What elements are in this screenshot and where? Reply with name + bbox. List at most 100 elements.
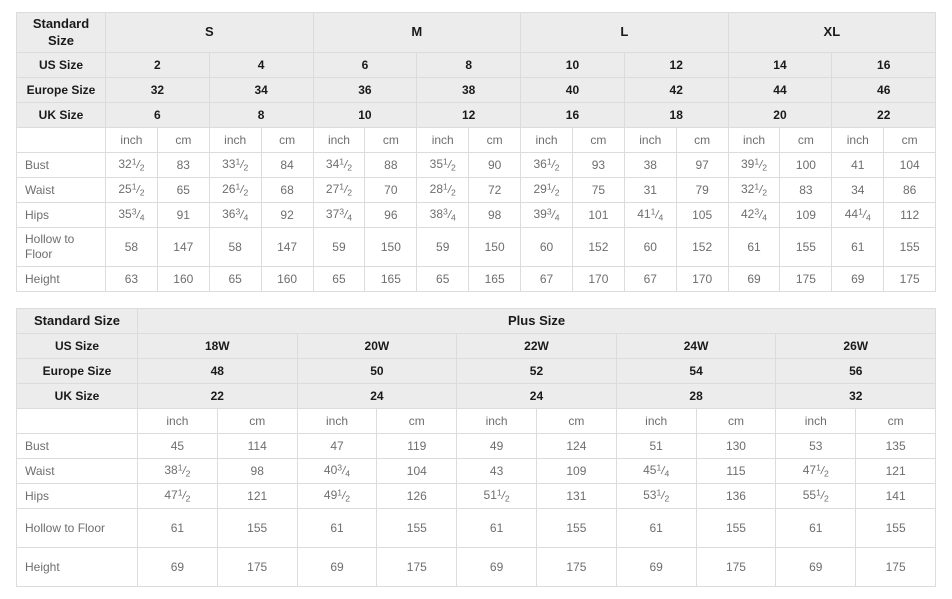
size-value-cell: 6 <box>312 52 418 78</box>
size-value-cell: 20 <box>727 102 833 128</box>
measurement-value: 155 <box>535 508 617 548</box>
measurement-value: 471/2 <box>137 483 218 509</box>
size-group-header-l: L <box>520 12 729 53</box>
measurement-value: 65 <box>416 266 470 292</box>
measurement-value: 61 <box>831 227 885 267</box>
measurement-value: 175 <box>855 547 937 587</box>
row-label: Europe Size <box>16 77 106 103</box>
measurement-value: 96 <box>364 202 418 228</box>
measurement-label: Waist <box>16 177 106 203</box>
measurement-value: 61 <box>615 508 697 548</box>
measurement-row: Height 63 160 65 160 65 165 65 165 67 170 67 170 69 17… <box>16 266 937 292</box>
unit-label-inch: inch <box>416 127 470 153</box>
size-value-cell: 14 <box>727 52 833 78</box>
size-value-cell: 24 <box>296 383 458 409</box>
size-value-cell: 42 <box>623 77 729 103</box>
measurement-value: 393/4 <box>520 202 573 228</box>
size-group-header-s: S <box>105 12 314 53</box>
measurement-value: 38 <box>623 152 677 178</box>
measurement-value: 403/4 <box>296 458 378 484</box>
measurement-value: 58 <box>105 227 158 267</box>
measurement-value: 381/2 <box>137 458 218 484</box>
unit-label-inch: inch <box>727 127 781 153</box>
measurement-value: 45 <box>137 433 218 459</box>
measurement-value: 69 <box>775 547 857 587</box>
measurement-value: 175 <box>535 547 617 587</box>
unit-label-inch: inch <box>623 127 677 153</box>
size-value-cell: 24 <box>456 383 617 409</box>
unit-label-cm: cm <box>364 127 418 153</box>
unit-label-cm: cm <box>571 127 625 153</box>
measurement-value: 124 <box>535 433 617 459</box>
measurement-label: Hips <box>16 202 106 228</box>
size-value-cell: 32 <box>105 77 210 103</box>
measurement-value: 41 <box>831 152 885 178</box>
measurement-value: 61 <box>296 508 378 548</box>
measurement-label: Hips <box>16 483 138 509</box>
measurement-value: 90 <box>468 152 522 178</box>
size-value-cell: 10 <box>520 52 625 78</box>
size-value-cell: 28 <box>615 383 777 409</box>
measurement-value: 69 <box>615 547 697 587</box>
measurement-value: 130 <box>695 433 777 459</box>
measurement-value: 69 <box>456 547 537 587</box>
measurement-value: 59 <box>312 227 366 267</box>
measurement-value: 155 <box>376 508 458 548</box>
measurement-value: 98 <box>468 202 522 228</box>
standard-size-table-body: Standard Size S M L XL US Size 2 4 6 8 10 12 14 16 Eur… <box>16 12 937 292</box>
size-value-cell: 48 <box>137 358 298 384</box>
measurement-value: 155 <box>883 227 937 267</box>
measurement-value: 92 <box>260 202 314 228</box>
unit-row-spacer <box>16 127 106 153</box>
measurement-value: 100 <box>779 152 833 178</box>
unit-label-cm: cm <box>376 408 458 434</box>
measurement-value: 175 <box>376 547 458 587</box>
measurement-value: 471/2 <box>775 458 857 484</box>
size-value-cell: 18 <box>623 102 729 128</box>
measurement-value: 104 <box>883 152 937 178</box>
measurement-value: 84 <box>260 152 314 178</box>
measurement-value: 281/2 <box>416 177 470 203</box>
measurement-value: 114 <box>216 433 298 459</box>
measurement-value: 150 <box>468 227 522 267</box>
size-value-cell: 20W <box>296 333 458 359</box>
measurement-value: 341/2 <box>312 152 366 178</box>
group-header-row: Standard Size S M L XL <box>16 12 937 53</box>
size-value-cell: 12 <box>416 102 522 128</box>
measurement-value: 131 <box>535 483 617 509</box>
measurement-label: Waist <box>16 458 138 484</box>
measurement-value: 175 <box>779 266 833 292</box>
measurement-value: 147 <box>260 227 314 267</box>
size-value-cell: 54 <box>615 358 777 384</box>
unit-row: inch cm inch cm inch cm inch cm inch cm inch cm inch… <box>16 127 937 153</box>
measurement-value: 491/2 <box>296 483 378 509</box>
size-value-cell: 32 <box>775 383 937 409</box>
size-group-header-xl: XL <box>727 12 937 53</box>
measurement-value: 135 <box>855 433 937 459</box>
measurement-value: 291/2 <box>520 177 573 203</box>
measurement-value: 79 <box>675 177 729 203</box>
measurement-value: 150 <box>364 227 418 267</box>
measurement-value: 152 <box>571 227 625 267</box>
measurement-value: 331/2 <box>208 152 262 178</box>
measurement-value: 60 <box>623 227 677 267</box>
size-header-row: US Size 18W 20W 22W 24W 26W <box>16 333 937 359</box>
measurement-value: 155 <box>779 227 833 267</box>
row-label: UK Size <box>16 102 106 128</box>
measurement-value: 43 <box>456 458 537 484</box>
measurement-value: 391/2 <box>727 152 781 178</box>
size-value-cell: 16 <box>831 52 937 78</box>
measurement-row: Bust 45 114 47 119 49 124 51 130 53 135 <box>16 433 937 459</box>
measurement-value: 321/2 <box>727 177 781 203</box>
measurement-value: 105 <box>675 202 729 228</box>
measurement-row: Hollow to Floor 58 147 58 147 59 150 59 150 60 152… <box>16 227 937 267</box>
unit-row-spacer <box>16 408 138 434</box>
measurement-value: 383/4 <box>416 202 470 228</box>
measurement-value: 109 <box>779 202 833 228</box>
size-header-row: UK Size 22 24 24 28 32 <box>16 383 937 409</box>
size-value-cell: 22 <box>831 102 937 128</box>
size-header-row: UK Size 6 8 10 12 16 18 20 22 <box>16 102 937 128</box>
measurement-value: 65 <box>156 177 210 203</box>
size-value-cell: 6 <box>105 102 210 128</box>
measurement-value: 373/4 <box>312 202 366 228</box>
